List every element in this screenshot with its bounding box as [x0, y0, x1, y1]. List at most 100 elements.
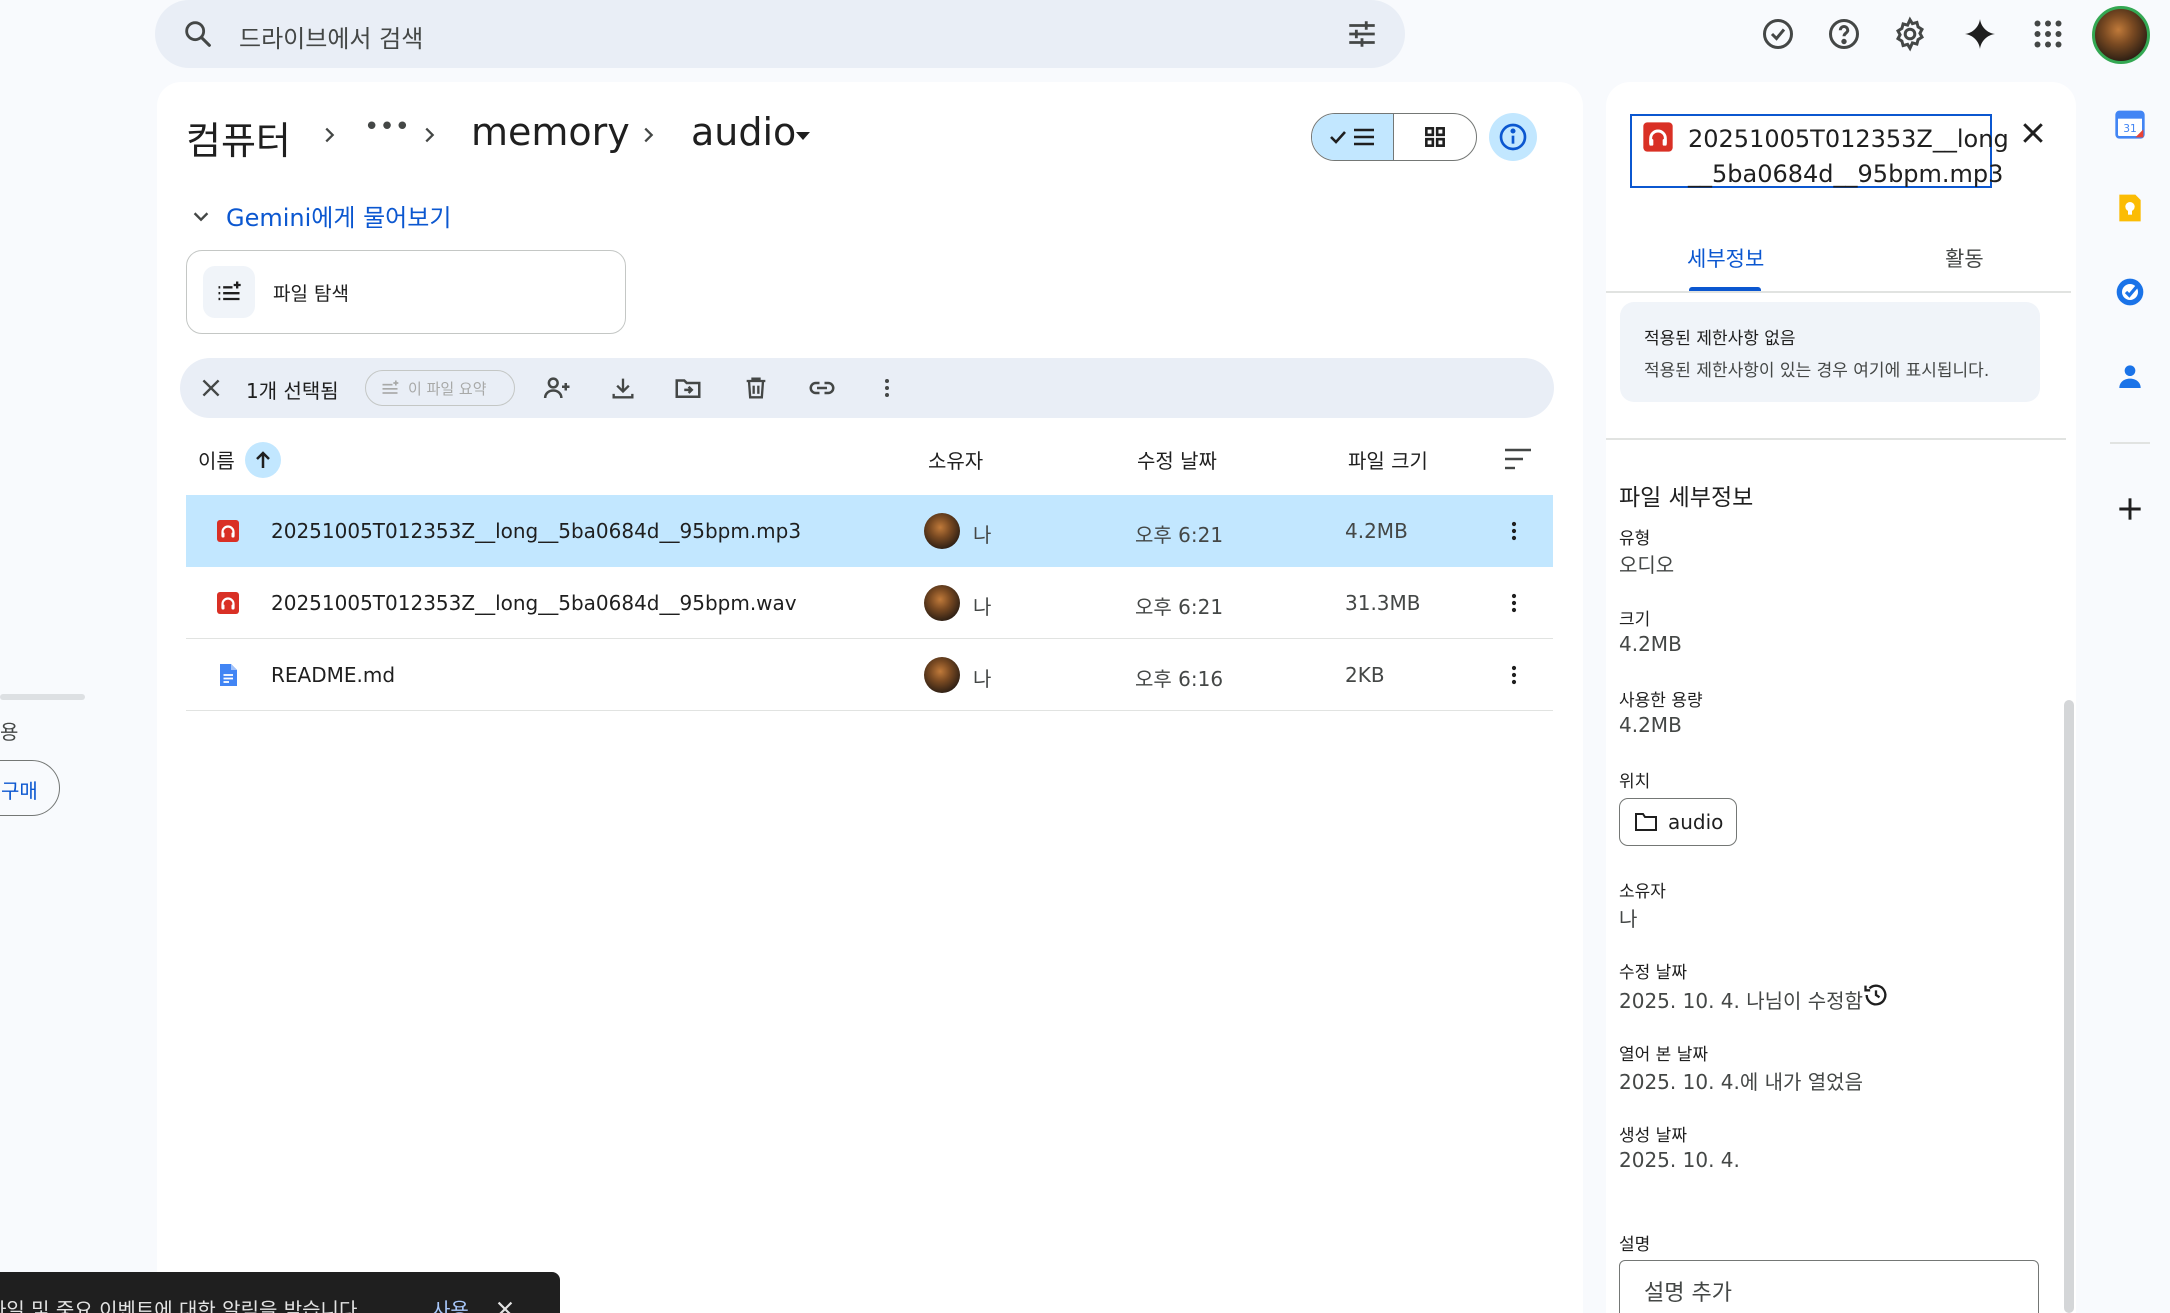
row-more-icon[interactable]	[1500, 517, 1528, 545]
contacts-icon[interactable]	[2114, 360, 2146, 392]
storage-progress	[0, 694, 85, 700]
file-size: 4.2MB	[1345, 519, 1408, 543]
sort-ascending-arrow-icon[interactable]	[245, 442, 281, 478]
apps-grid-icon[interactable]	[2030, 16, 2066, 52]
version-history-icon[interactable]	[1862, 981, 1890, 1009]
audio-file-icon	[1642, 121, 1674, 153]
audio-file-icon	[216, 519, 240, 543]
search-icon[interactable]	[181, 17, 215, 51]
buy-storage-button[interactable]: 구매	[0, 760, 60, 816]
add-app-plus-icon[interactable]	[2114, 493, 2146, 525]
file-name[interactable]: 20251005T012353Z__long__5ba0684d__95bpm.…	[271, 519, 801, 543]
search-options-icon[interactable]	[1345, 17, 1379, 51]
owner-value: 나	[1619, 907, 1638, 931]
search-bar[interactable]: 드라이브에서 검색	[155, 0, 1405, 68]
description-field[interactable]: 설명 추가	[1619, 1260, 2039, 1313]
download-icon[interactable]	[608, 373, 638, 403]
clear-selection-close-icon[interactable]	[196, 373, 226, 403]
tab-details[interactable]: 세부정보	[1687, 243, 1764, 273]
type-label: 유형	[1619, 529, 1651, 549]
section-divider	[1606, 438, 2066, 440]
search-input[interactable]: 드라이브에서 검색	[239, 19, 423, 54]
gemini-sparkle-icon[interactable]	[1962, 16, 1998, 52]
location-value: audio	[1668, 810, 1724, 834]
table-row[interactable]: 20251005T012353Z__long__5ba0684d__95bpm.…	[186, 567, 1553, 639]
snackbar: 파일 및 중요 이벤트에 대한 알림을 받습니다. 사용	[0, 1272, 560, 1313]
view-toggle[interactable]	[1311, 113, 1477, 161]
location-chip[interactable]: audio	[1619, 798, 1737, 846]
restrictions-card: 적용된 제한사항 없음 적용된 제한사항이 있는 경우 여기에 표시됩니다.	[1620, 302, 2040, 402]
table-row[interactable]: README.md 나 오후 6:16 2KB	[186, 639, 1553, 711]
row-more-icon[interactable]	[1500, 661, 1528, 689]
help-icon[interactable]	[1826, 16, 1862, 52]
breadcrumb-folder[interactable]: memory	[471, 110, 630, 154]
tab-divider	[1606, 291, 2071, 293]
side-rail-divider	[2110, 442, 2150, 444]
caret-down-icon[interactable]	[794, 130, 812, 142]
details-info-button[interactable]	[1489, 113, 1537, 161]
opened-label: 열어 본 날짜	[1619, 1045, 1709, 1065]
chevron-right-icon	[637, 124, 659, 146]
buy-storage-label: 구매	[1, 779, 38, 803]
snackbar-message: 파일 및 중요 이벤트에 대한 알림을 받습니다.	[0, 1298, 364, 1313]
svg-text:31: 31	[2123, 122, 2137, 135]
list-view-button[interactable]	[1312, 114, 1394, 160]
file-name[interactable]: README.md	[271, 663, 395, 687]
size-label: 크기	[1619, 610, 1651, 630]
settings-gear-icon[interactable]	[1892, 16, 1928, 52]
table-row[interactable]: 20251005T012353Z__long__5ba0684d__95bpm.…	[186, 495, 1553, 567]
chevron-right-icon	[318, 124, 340, 146]
summarize-label: 이 파일 요약	[408, 379, 487, 398]
owner-avatar	[924, 513, 960, 549]
type-value: 오디오	[1619, 553, 1675, 577]
explore-files-label: 파일 탐색	[273, 283, 349, 305]
column-header-modified[interactable]: 수정 날짜	[1137, 445, 1217, 474]
explore-files-card[interactable]: 파일 탐색	[186, 250, 626, 334]
sort-options-icon[interactable]	[1503, 446, 1533, 472]
column-header-size[interactable]: 파일 크기	[1348, 445, 1428, 474]
restrictions-title: 적용된 제한사항 없음	[1644, 329, 1796, 349]
owner-avatar	[924, 585, 960, 621]
ready-offline-icon[interactable]	[1760, 16, 1796, 52]
audio-file-icon	[216, 591, 240, 615]
column-header-owner[interactable]: 소유자	[928, 445, 983, 474]
owner-avatar	[924, 657, 960, 693]
summarize-file-chip[interactable]: 이 파일 요약	[365, 370, 515, 406]
breadcrumb-current[interactable]: audio	[691, 110, 796, 154]
row-more-icon[interactable]	[1500, 589, 1528, 617]
created-value: 2025. 10. 4.	[1619, 1148, 1740, 1172]
column-header-name[interactable]: 이름	[198, 445, 235, 474]
file-modified: 오후 6:21	[1135, 523, 1224, 547]
tasks-icon[interactable]	[2114, 276, 2146, 308]
panel-scrollbar[interactable]	[2064, 700, 2074, 1313]
copy-link-icon[interactable]	[807, 373, 837, 403]
selection-count: 1개 선택됨	[246, 379, 339, 403]
more-actions-icon[interactable]	[872, 373, 902, 403]
account-avatar[interactable]	[2092, 6, 2150, 64]
file-owner: 나	[973, 595, 992, 619]
tab-activity[interactable]: 활동	[1945, 243, 1984, 273]
file-size: 2KB	[1345, 663, 1385, 687]
share-add-person-icon[interactable]	[542, 373, 572, 403]
calendar-icon[interactable]: 31	[2114, 108, 2146, 140]
snackbar-close-icon[interactable]	[494, 1298, 516, 1313]
gemini-ask-toggle[interactable]: Gemini에게 물어보기	[190, 198, 451, 233]
modified-label: 수정 날짜	[1619, 963, 1687, 983]
gemini-ask-label: Gemini에게 물어보기	[226, 204, 452, 232]
created-label: 생성 날짜	[1619, 1126, 1687, 1146]
file-owner: 나	[973, 523, 992, 547]
move-folder-icon[interactable]	[673, 373, 703, 403]
details-file-title[interactable]: 20251005T012353Z__long __5ba0684d__95bpm.…	[1630, 114, 2009, 188]
breadcrumb-root[interactable]: 컴퓨터	[186, 110, 291, 165]
breadcrumb-ellipsis[interactable]: •••	[364, 112, 410, 142]
trash-delete-icon[interactable]	[741, 373, 771, 403]
keep-icon[interactable]	[2114, 192, 2146, 224]
file-name[interactable]: 20251005T012353Z__long__5ba0684d__95bpm.…	[271, 591, 797, 615]
details-title-line2: __5ba0684d__95bpm.mp3	[1688, 160, 2004, 188]
location-label: 위치	[1619, 772, 1651, 792]
close-panel-icon[interactable]	[2018, 118, 2048, 148]
grid-view-button[interactable]	[1394, 114, 1476, 160]
snackbar-action-button[interactable]: 사용	[432, 1294, 469, 1313]
explore-list-icon	[203, 266, 255, 318]
used-label: 사용한 용량	[1619, 691, 1703, 711]
